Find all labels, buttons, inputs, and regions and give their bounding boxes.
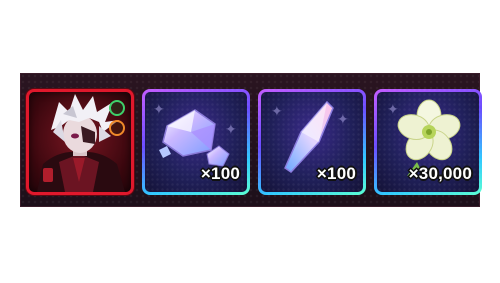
reward-panel: ✦ ✦ ×100 ✦ ✦ ×100 ✦ ×30,000 xyxy=(20,73,480,207)
item-quantity: ×100 xyxy=(316,164,356,183)
reward-item-white-flower[interactable]: ✦ ×30,000 xyxy=(374,89,482,195)
reward-item-crystal-shard[interactable]: ✦ ✦ ×100 xyxy=(258,89,366,195)
character-slot[interactable] xyxy=(26,89,134,195)
item-quantity: ×30,000 xyxy=(408,164,472,183)
element-badge-icon xyxy=(109,100,125,116)
item-quantity: ×100 xyxy=(200,164,240,183)
class-badge-icon xyxy=(109,120,125,136)
reward-item-crystal-gem[interactable]: ✦ ✦ ×100 xyxy=(142,89,250,195)
